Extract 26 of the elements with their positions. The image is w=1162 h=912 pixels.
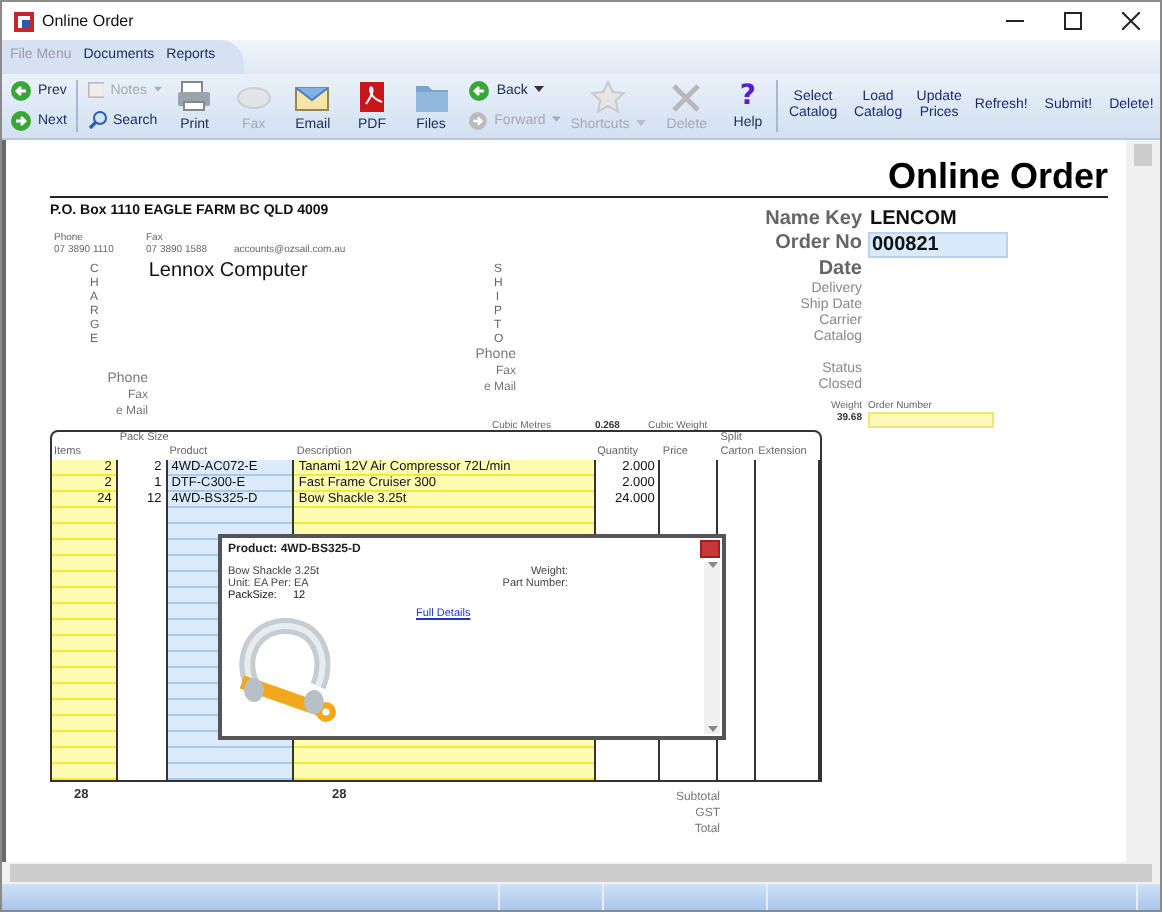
popup-close-button[interactable]: [700, 539, 720, 558]
popup-scrollbar[interactable]: [704, 561, 720, 734]
customer-name: Lennox Computer: [148, 259, 308, 286]
note-icon: [87, 80, 105, 101]
window-title: Online Order: [42, 12, 136, 30]
maximize-icon: [1064, 12, 1082, 30]
minimize-icon: [1006, 20, 1024, 22]
info-value: LENCOM: [868, 207, 959, 230]
star-icon: [589, 79, 626, 114]
horizontal-scrollbar[interactable]: [2, 862, 1160, 885]
search-icon: [87, 110, 107, 131]
form-title: Online Order: [885, 155, 1108, 196]
info-label: Order No: [773, 231, 862, 258]
back-arrow-icon: [10, 79, 32, 102]
order-number-input[interactable]: [868, 411, 994, 428]
info-label: Name Key: [763, 207, 862, 232]
order-number-field[interactable]: 000821: [868, 231, 1008, 258]
vertical-scrollbar[interactable]: [1126, 139, 1160, 863]
back-arrow-icon: [468, 79, 491, 102]
app-icon: [14, 11, 34, 31]
close-icon: [1122, 12, 1140, 30]
forward-arrow-icon: [10, 109, 32, 132]
printer-icon: [176, 79, 213, 114]
close-icon: [668, 79, 705, 114]
info-label: Date: [816, 257, 862, 281]
caret-icon: [707, 725, 717, 734]
